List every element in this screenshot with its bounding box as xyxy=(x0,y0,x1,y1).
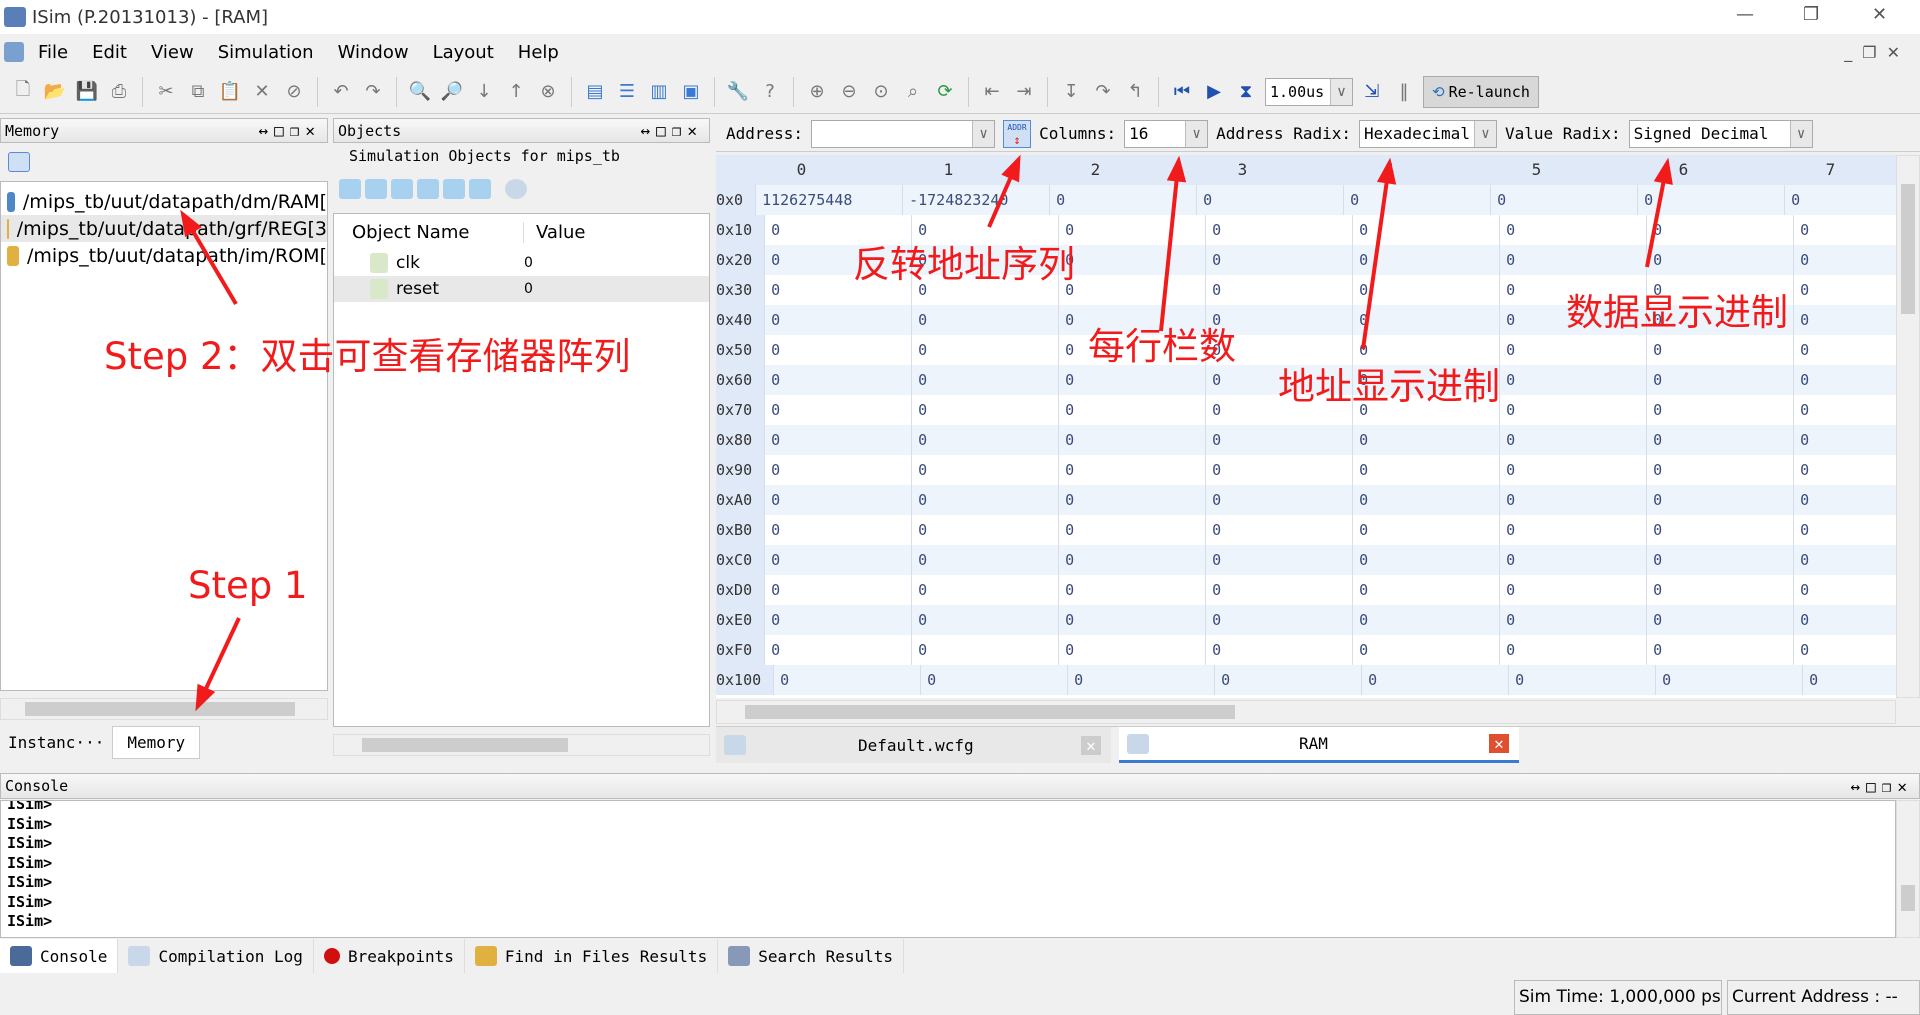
annotation-reverse-address: 反转地址序列 xyxy=(853,243,1075,286)
annotation-value-radix: 数据显示进制 xyxy=(1566,291,1788,334)
annotation-arrow-shaft xyxy=(1645,182,1666,268)
annotation-arrow-head xyxy=(1001,154,1021,183)
annotation-arrow-shaft xyxy=(1361,182,1389,350)
annotation-arrow-head xyxy=(180,209,202,238)
annotation-arrow-head xyxy=(195,683,216,712)
annotation-arrow-head xyxy=(1376,157,1397,185)
annotation-arrow-shaft xyxy=(1159,180,1179,332)
annotation-arrow-shaft xyxy=(191,230,238,306)
annotation-address-radix: 地址显示进制 xyxy=(1278,365,1500,408)
annotation-arrows xyxy=(180,154,1673,712)
annotation-arrow-head xyxy=(1166,155,1187,183)
annotation-step1: Step 1 xyxy=(188,564,308,607)
annotation-arrow-shaft xyxy=(987,177,1013,228)
annotation-step2: Step 2：双击可查看存储器阵列 xyxy=(104,335,631,378)
annotation-columns: 每行栏数 xyxy=(1088,325,1236,368)
annotation-arrow-shaft xyxy=(204,617,241,690)
annotation-arrow-head xyxy=(1653,157,1673,185)
